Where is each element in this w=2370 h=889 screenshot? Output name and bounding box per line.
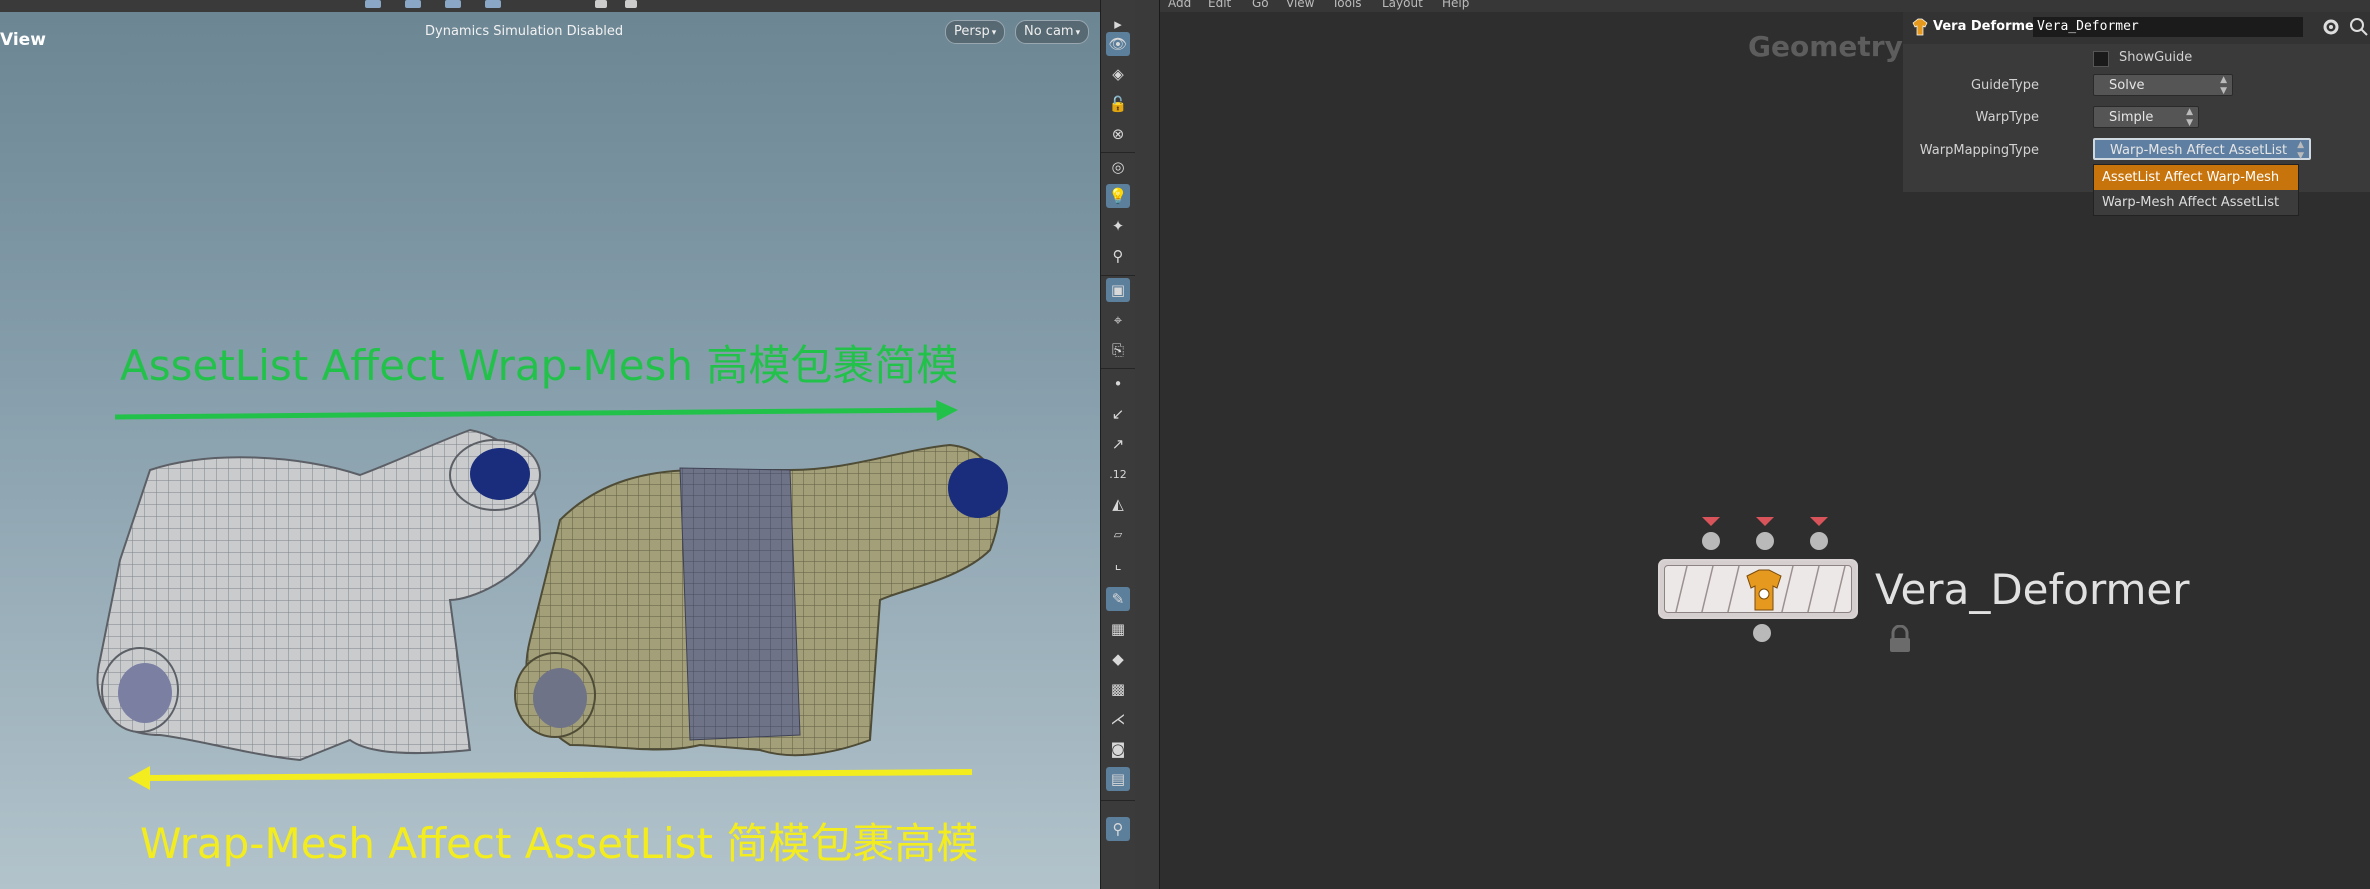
network-menubar: Add Edit Go View Tools Layout Help: [1160, 0, 2370, 12]
node-type-label: Vera Deformer: [1933, 19, 2041, 34]
wireframe-icon[interactable]: ◆: [1106, 647, 1130, 671]
parameter-header: Vera Deformer Vera_Deformer: [1903, 12, 2370, 44]
menu-add[interactable]: Add: [1168, 0, 1191, 10]
vera-deformer-node[interactable]: [1658, 559, 1858, 619]
warp-mapping-type-menu: AssetList Affect Warp-Mesh Warp-Mesh Aff…: [2093, 164, 2299, 216]
input-port-2[interactable]: [1756, 532, 1774, 550]
chevron-updown-icon: ▲ ▼: [2186, 107, 2193, 128]
node-body: [1675, 566, 1846, 612]
no-select-icon[interactable]: ⊗: [1106, 122, 1130, 146]
menu-option-warp-mesh-affect-assetlist[interactable]: Warp-Mesh Affect AssetList: [2094, 190, 2298, 215]
view-icon[interactable]: 👁: [1106, 32, 1130, 56]
gear-icon[interactable]: [2321, 17, 2341, 37]
scene-viewport[interactable]: View Dynamics Simulation Disabled Persp ▾…: [0, 0, 1100, 889]
guide-type-value: Solve: [2109, 78, 2145, 93]
shading-icon[interactable]: ◎: [1106, 155, 1130, 179]
node-name-label[interactable]: Vera_Deformer: [1875, 565, 2190, 614]
light-icon[interactable]: 💡: [1106, 184, 1130, 208]
pane-divider[interactable]: [1135, 0, 1160, 889]
menu-help[interactable]: Help: [1442, 0, 1469, 10]
guide-type-select[interactable]: Solve ▲ ▼: [2093, 74, 2233, 96]
guide-type-label: GuideType: [1970, 78, 2039, 93]
input-marker-icon: [1702, 517, 1720, 526]
render-icon[interactable]: ⎘: [1106, 338, 1130, 362]
menu-go[interactable]: Go: [1252, 0, 1269, 10]
garment-render: [96, 428, 1008, 762]
parameter-panel: Vera Deformer Vera_Deformer ShowGuide Gu…: [1903, 12, 2370, 216]
edge-display-icon[interactable]: ⌞: [1106, 552, 1130, 576]
menu-edit[interactable]: Edit: [1208, 0, 1231, 10]
menu-view[interactable]: View: [1286, 0, 1314, 10]
output-port[interactable]: [1753, 624, 1771, 642]
warp-type-label: WarpType: [1975, 110, 2039, 125]
skeleton-icon[interactable]: ⋌: [1106, 707, 1130, 731]
stop-icon[interactable]: ◙: [1106, 737, 1130, 761]
node-name-field[interactable]: Vera_Deformer: [2033, 17, 2303, 37]
chevron-updown-icon: ▲ ▼: [2297, 140, 2304, 161]
background-icon[interactable]: ▣: [1106, 278, 1130, 302]
warp-type-value: Simple: [2109, 110, 2154, 125]
show-guide-label: ShowGuide: [2119, 50, 2193, 65]
ghost-icon[interactable]: ◈: [1106, 62, 1130, 86]
input-marker-icon: [1810, 517, 1828, 526]
input-port-3[interactable]: [1810, 532, 1828, 550]
lock-camera-icon[interactable]: 🔓: [1106, 92, 1130, 116]
viewport-side-toolbar: ▸ 👁 ◈ 🔓 ⊗ ◎ 💡 ✦ ⚲ ▣ ⌖ ⎘ • ↙ ↗ .12 ◭ ▱ ⌞ …: [1100, 0, 1136, 889]
prim-display-icon[interactable]: ◭: [1106, 492, 1130, 516]
chevron-updown-icon: ▲ ▼: [2220, 75, 2227, 96]
annotation-bottom: Wrap-Mesh Affect AssetList 简模包裹高模: [140, 819, 979, 868]
prim-number-icon[interactable]: ▱: [1106, 522, 1130, 546]
paint-icon[interactable]: ✎: [1106, 587, 1130, 611]
pin-icon[interactable]: ⚲: [1106, 817, 1130, 841]
lock-icon[interactable]: [1885, 625, 1915, 655]
menu-tools[interactable]: Tools: [1332, 0, 1362, 10]
warp-mapping-type-label: WarpMappingType: [1919, 143, 2039, 158]
yellow-mesh-jacket: [514, 443, 1008, 757]
headlight-icon[interactable]: ✦: [1106, 214, 1130, 238]
template-icon[interactable]: ⌖: [1106, 308, 1130, 332]
menu-option-assetlist-affect-warp-mesh[interactable]: AssetList Affect Warp-Mesh: [2094, 165, 2298, 190]
normal-display-icon[interactable]: ↙: [1106, 402, 1130, 426]
input-marker-icon: [1756, 517, 1774, 526]
show-guide-checkbox[interactable]: [2093, 51, 2109, 67]
smooth-icon[interactable]: ▩: [1106, 677, 1130, 701]
white-mesh-jacket: [96, 428, 542, 762]
point-display-icon[interactable]: •: [1106, 372, 1130, 396]
context-label: Geometry: [1748, 30, 1903, 63]
vera-deformer-icon: [1912, 18, 1928, 36]
point-number-icon[interactable]: .12: [1106, 462, 1130, 486]
deformer-shirt-icon: [1746, 569, 1782, 611]
warp-mapping-type-value: Warp-Mesh Affect AssetList: [2110, 143, 2288, 158]
uv-icon[interactable]: ▦: [1106, 617, 1130, 641]
warp-type-select[interactable]: Simple ▲ ▼: [2093, 106, 2199, 128]
search-icon[interactable]: [2349, 17, 2369, 37]
vector-display-icon[interactable]: ↗: [1106, 432, 1130, 456]
menu-layout[interactable]: Layout: [1382, 0, 1423, 10]
snapshot-icon[interactable]: ▤: [1106, 767, 1130, 791]
input-port-1[interactable]: [1702, 532, 1720, 550]
light-pin-icon[interactable]: ⚲: [1106, 244, 1130, 268]
warp-mapping-type-select[interactable]: Warp-Mesh Affect AssetList ▲ ▼: [2093, 138, 2311, 161]
